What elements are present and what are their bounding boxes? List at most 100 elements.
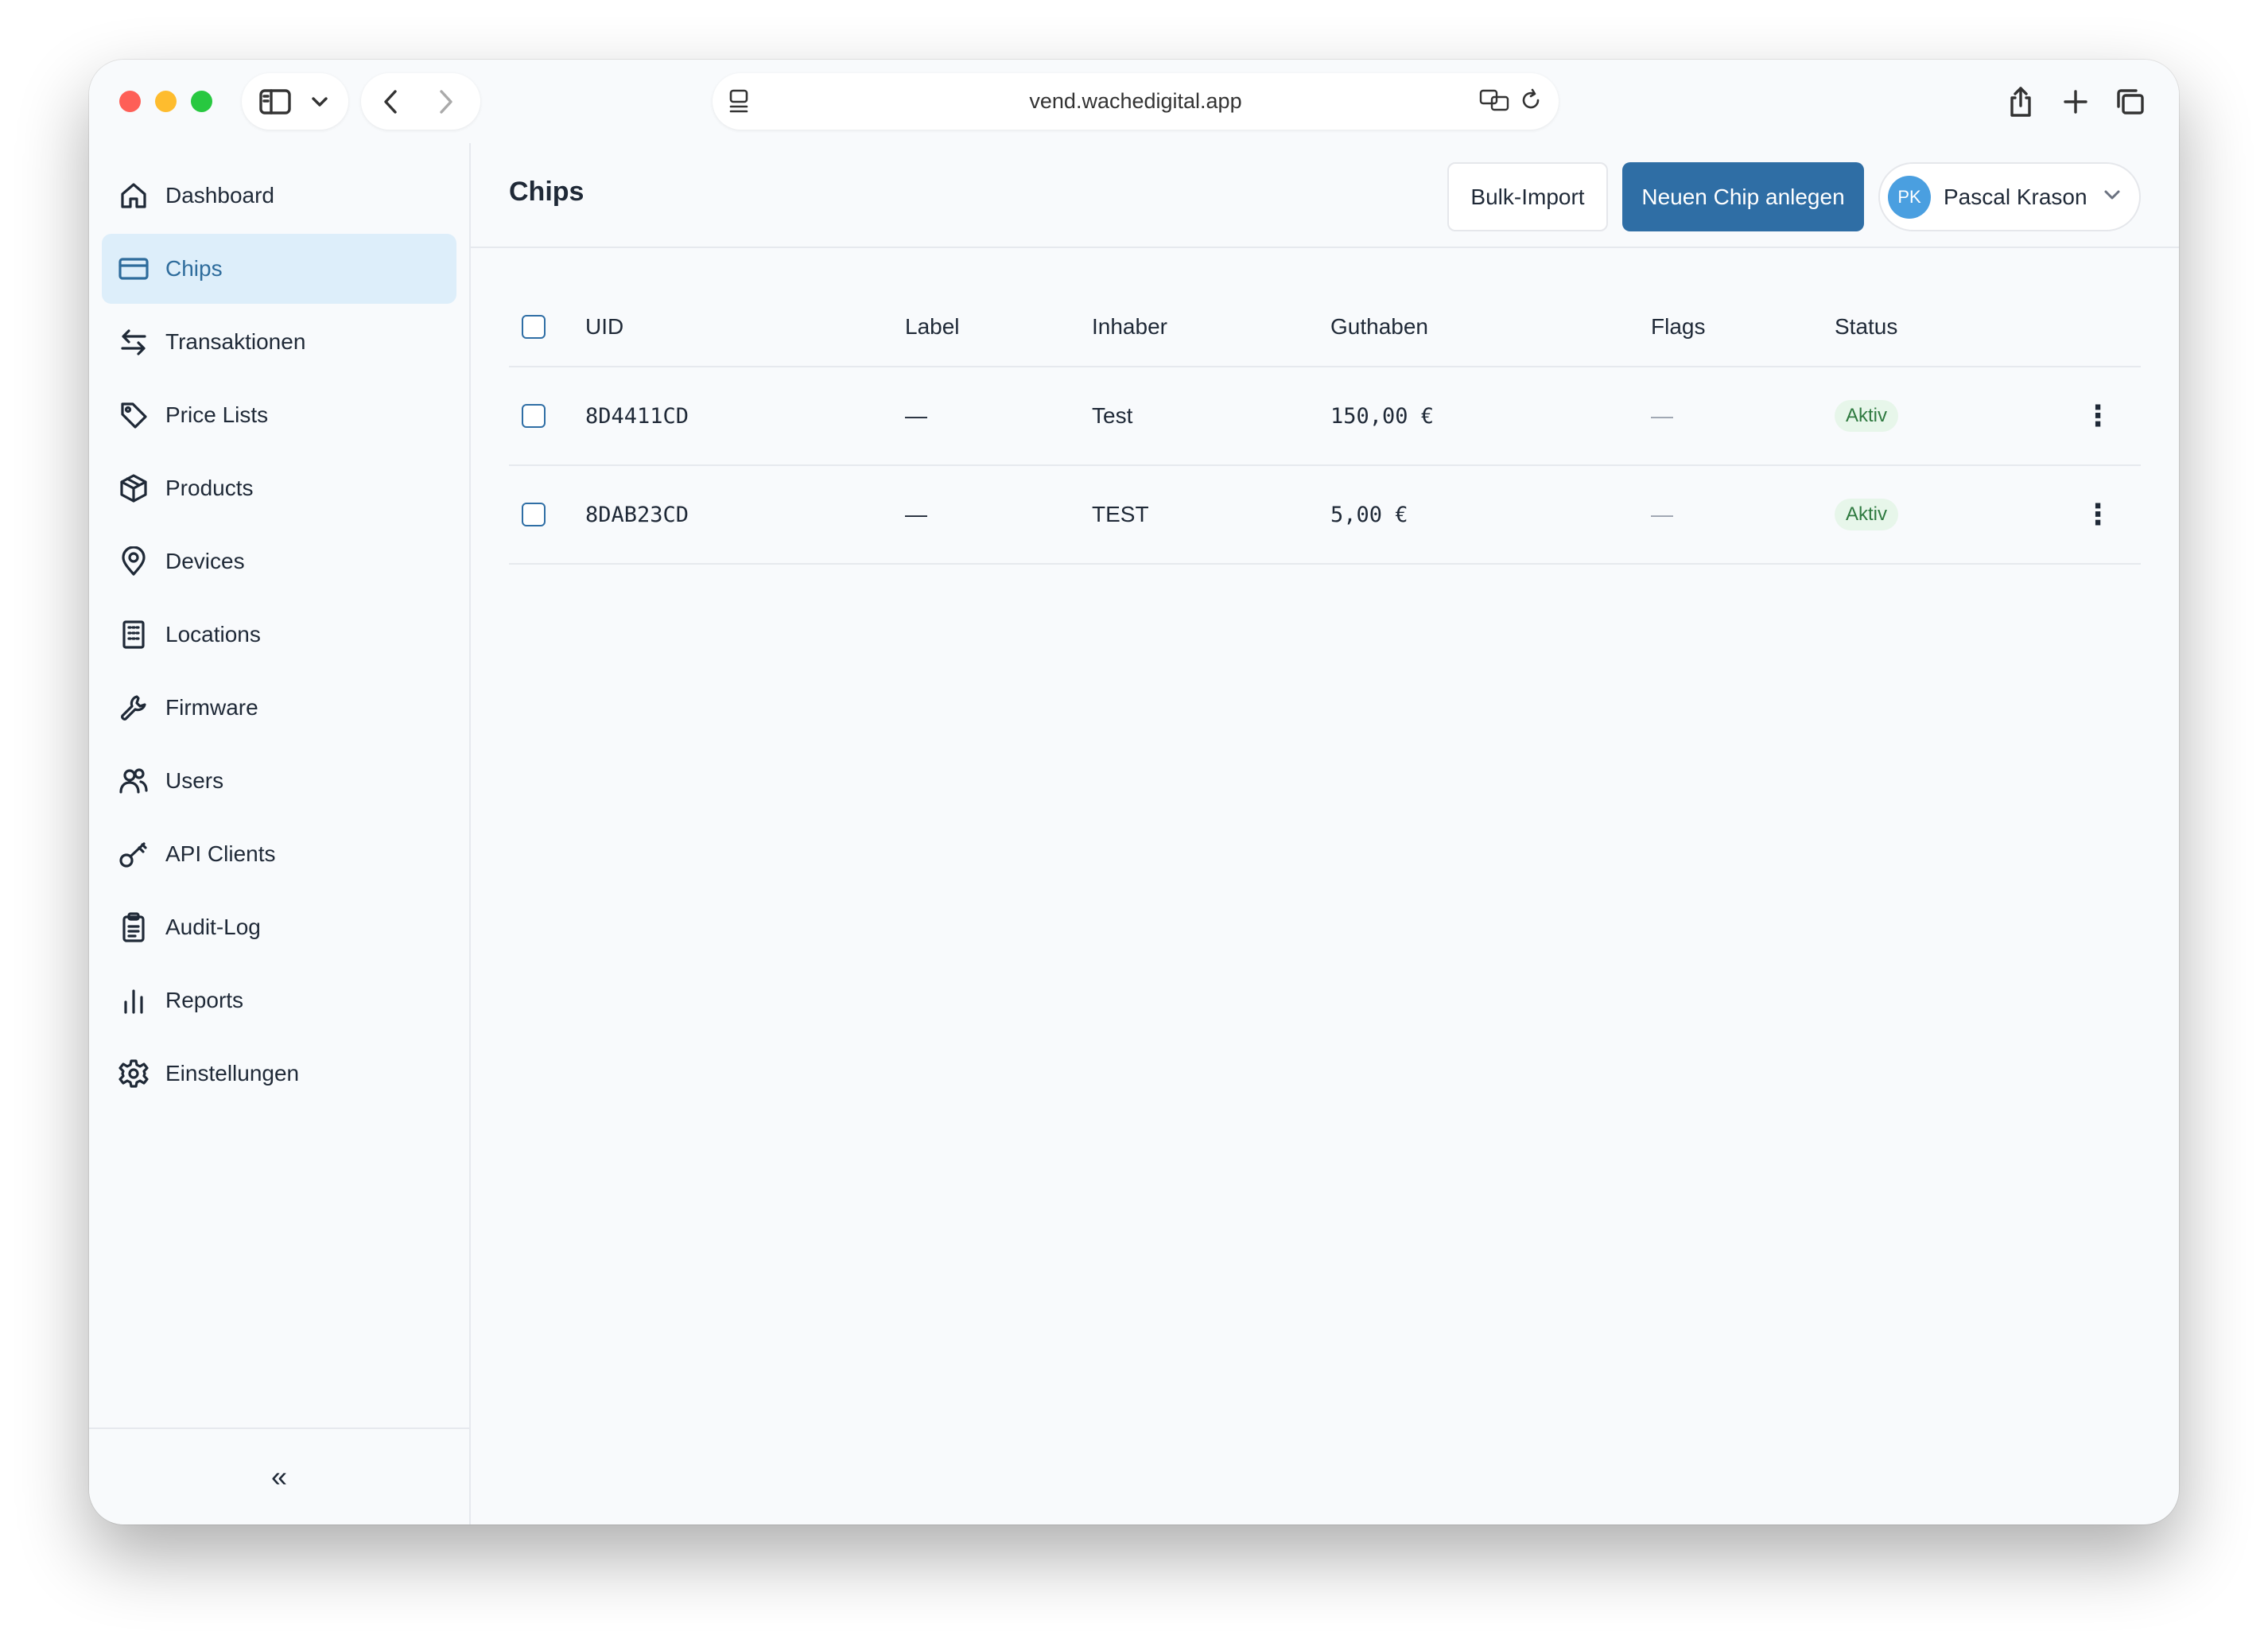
sidebar-item-label: Transaktionen (165, 329, 306, 354)
address-bar[interactable]: vend.wachedigital.app (713, 73, 1559, 130)
sidebar-item-label: Devices (165, 549, 245, 573)
arrows-icon (102, 328, 165, 356)
sidebar-toggle-icon[interactable] (259, 88, 291, 115)
browser-actions (1991, 73, 2166, 130)
row-checkbox-cell (522, 466, 546, 563)
sidebar-item-label: Einstellungen (165, 1061, 300, 1086)
sidebar-item-locations[interactable]: Locations (102, 600, 456, 670)
box-icon (102, 473, 165, 503)
uid-cell: 8DAB23CD (585, 502, 689, 527)
maximize-window-button[interactable] (191, 91, 212, 112)
status-badge: Aktiv (1835, 400, 1899, 432)
sidebar-item-users[interactable]: Users (102, 746, 456, 816)
column-header-flags[interactable]: Flags (1651, 288, 1705, 366)
collapse-sidebar-button[interactable]: « (271, 1460, 287, 1493)
browser-toolbar: vend.wachedigital.app (89, 60, 2179, 143)
row-checkbox[interactable] (522, 404, 546, 428)
share-icon[interactable] (2007, 85, 2034, 118)
owner-cell: Test (1092, 403, 1133, 428)
sidebar-toggle-group (242, 73, 348, 130)
column-header-inhaber[interactable]: Inhaber (1092, 288, 1167, 366)
owner-cell: TEST (1092, 502, 1149, 526)
balance-cell: 150,00 € (1330, 403, 1435, 429)
page-header: Chips Bulk-Import Neuen Chip anlegen PK … (471, 143, 2179, 248)
uid-cell: 8D4411CD (585, 403, 689, 429)
gear-icon (102, 1058, 165, 1089)
table-row[interactable]: 8DAB23CD — TEST 5,00 € — Aktiv ⋮ (509, 466, 2141, 565)
column-header-label[interactable]: Label (905, 288, 960, 366)
sidebar-item-audit-log[interactable]: Audit-Log (102, 892, 456, 962)
avatar: PK (1888, 175, 1931, 219)
forward-icon[interactable] (437, 88, 455, 115)
bar-chart-icon (102, 986, 165, 1015)
flags-cell: — (1651, 502, 1673, 526)
sidebar-item-transaktionen[interactable]: Transaktionen (102, 307, 456, 377)
status-badge: Aktiv (1835, 499, 1899, 530)
new-tab-icon[interactable] (2063, 89, 2088, 115)
tab-overview-icon[interactable] (2115, 87, 2146, 116)
main-content: Chips Bulk-Import Neuen Chip anlegen PK … (471, 143, 2179, 1525)
wrench-icon (102, 693, 165, 722)
home-icon (102, 181, 165, 210)
sidebar-item-label: Firmware (165, 695, 258, 720)
chevron-down-icon (2103, 189, 2121, 204)
sidebar-item-api-clients[interactable]: API Clients (102, 819, 456, 889)
status-cell: Aktiv (1835, 367, 1899, 464)
tag-icon (102, 401, 165, 429)
sidebar-item-label: Products (165, 476, 254, 500)
new-chip-button[interactable]: Neuen Chip anlegen (1622, 162, 1864, 231)
sidebar-item-label: Dashboard (165, 183, 274, 208)
sidebar-item-chips[interactable]: Chips (102, 234, 456, 304)
reload-icon[interactable] (1519, 87, 1543, 113)
more-actions-icon[interactable]: ⋮ (2084, 498, 2112, 531)
browser-window: vend.wachedigital.app Dashboard Chips Tr… (89, 60, 2179, 1525)
row-checkbox[interactable] (522, 503, 546, 526)
sidebar: Dashboard Chips Transaktionen Price List… (89, 143, 471, 1525)
sidebar-item-price-lists[interactable]: Price Lists (102, 380, 456, 450)
map-pin-icon (102, 546, 165, 577)
minimize-window-button[interactable] (155, 91, 177, 112)
sidebar-item-label: Users (165, 768, 224, 793)
page-settings-icon[interactable] (727, 87, 751, 115)
sidebar-item-label: Chips (165, 256, 223, 281)
column-header-status[interactable]: Status (1835, 288, 1897, 366)
row-actions-cell: ⋮ (2084, 466, 2112, 563)
sidebar-item-products[interactable]: Products (102, 453, 456, 523)
url-text: vend.wachedigital.app (1029, 89, 1242, 113)
label-cell: — (905, 403, 927, 428)
column-header-uid[interactable]: UID (585, 288, 623, 366)
row-actions-cell: ⋮ (2084, 367, 2112, 464)
close-window-button[interactable] (119, 91, 141, 112)
sidebar-item-label: Price Lists (165, 402, 269, 427)
sidebar-item-dashboard[interactable]: Dashboard (102, 161, 456, 231)
sidebar-item-devices[interactable]: Devices (102, 526, 456, 596)
table-header-row: UID Label Inhaber Guthaben Flags Status (509, 288, 2141, 367)
column-header-guthaben[interactable]: Guthaben (1330, 288, 1428, 366)
balance-cell: 5,00 € (1330, 502, 1408, 527)
select-all-checkbox[interactable] (522, 315, 546, 339)
user-name: Pascal Krason (1944, 184, 2087, 209)
back-icon[interactable] (382, 88, 399, 115)
building-icon (102, 620, 165, 650)
flags-cell: — (1651, 403, 1673, 428)
key-icon (102, 840, 165, 868)
sidebar-item-label: API Clients (165, 841, 276, 866)
sidebar-item-reports[interactable]: Reports (102, 965, 456, 1035)
chips-table: UID Label Inhaber Guthaben Flags Status … (509, 288, 2141, 565)
user-menu[interactable]: PK Pascal Krason (1878, 162, 2141, 231)
label-cell: — (905, 502, 927, 526)
more-actions-icon[interactable]: ⋮ (2084, 399, 2112, 433)
sidebar-item-einstellungen[interactable]: Einstellungen (102, 1039, 456, 1109)
clipboard-icon (102, 912, 165, 942)
users-icon (102, 767, 165, 795)
sidebar-item-firmware[interactable]: Firmware (102, 673, 456, 743)
sidebar-item-label: Locations (165, 622, 261, 647)
bulk-import-button[interactable]: Bulk-Import (1447, 162, 1608, 231)
chevron-down-icon[interactable] (310, 95, 329, 108)
translate-icon[interactable] (1479, 87, 1511, 113)
table-row[interactable]: 8D4411CD — Test 150,00 € — Aktiv ⋮ (509, 367, 2141, 466)
status-cell: Aktiv (1835, 466, 1899, 563)
sidebar-item-label: Reports (165, 988, 244, 1012)
sidebar-item-label: Audit-Log (165, 915, 261, 939)
row-checkbox-cell (522, 367, 546, 464)
